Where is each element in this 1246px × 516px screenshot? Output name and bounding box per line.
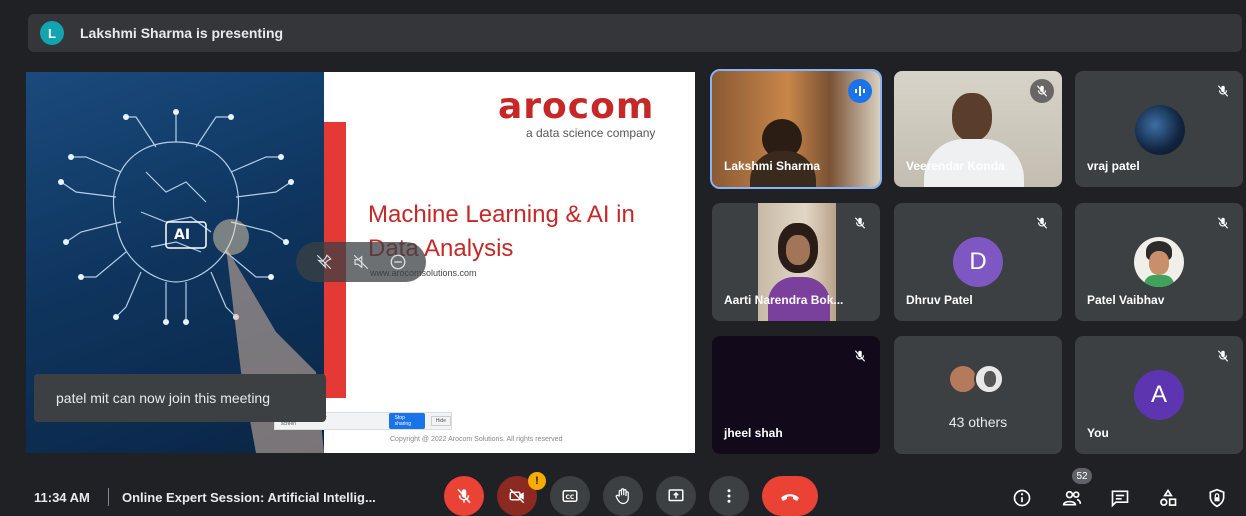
meeting-details-button[interactable] (1008, 486, 1036, 510)
people-button[interactable] (1058, 486, 1086, 510)
mic-off-icon (1211, 79, 1235, 103)
participant-tile-veerendar[interactable]: Veerendar Konda (894, 71, 1062, 187)
participant-tile-aarti[interactable]: Aarti Narendra Bok... (712, 203, 880, 321)
mic-off-icon (1211, 211, 1235, 235)
participant-tile-others[interactable]: 43 others (894, 336, 1062, 454)
participant-name: vraj patel (1087, 159, 1140, 173)
toolbar-divider (108, 488, 109, 506)
participant-tile-dhruv[interactable]: D Dhruv Patel (894, 203, 1062, 321)
chat-icon (1111, 490, 1129, 508)
pin-off-icon[interactable] (310, 248, 338, 276)
info-icon (1013, 489, 1031, 507)
tile-hover-controls (296, 242, 426, 282)
shield-lock-icon (1209, 488, 1225, 508)
more-vert-icon (727, 489, 731, 503)
hide-button[interactable]: Hide (430, 416, 451, 426)
presenter-avatar: L (40, 21, 64, 45)
mic-off-icon (457, 488, 471, 504)
present-screen-icon (668, 489, 684, 502)
captions-button[interactable]: CC (550, 476, 590, 516)
others-count-label: 43 others (948, 414, 1008, 430)
slide-logo: arocom (498, 86, 655, 127)
bottom-toolbar: 11:34 AM Online Expert Session: Artifici… (0, 470, 1246, 516)
participant-name: Lakshmi Sharma (724, 159, 821, 173)
slide-tagline: a data science company (526, 126, 656, 140)
participant-name: jheel shah (724, 426, 783, 440)
participant-name: Veerendar Konda (906, 159, 1005, 173)
closed-captions-icon: CC (562, 490, 578, 502)
present-button[interactable] (656, 476, 696, 516)
participant-avatar: A (1134, 370, 1184, 420)
presenting-text: Lakshmi Sharma is presenting (80, 25, 284, 41)
activities-button[interactable] (1154, 486, 1182, 510)
leave-call-button[interactable] (762, 476, 818, 516)
participant-name: Dhruv Patel (906, 293, 973, 307)
svg-text:CC: CC (566, 494, 575, 501)
activities-icon (1160, 488, 1177, 506)
remove-circle-icon[interactable] (384, 248, 412, 276)
participant-name: You (1087, 426, 1109, 440)
participant-name: Aarti Narendra Bok... (724, 293, 844, 307)
join-notification-toast: patel mit can now join this meeting (34, 374, 326, 422)
people-count-badge: 52 (1072, 468, 1092, 484)
brain-ai-label: AI (174, 227, 191, 243)
participant-tile-lakshmi[interactable]: Lakshmi Sharma (710, 69, 882, 189)
participant-tile-vaibhav[interactable]: Patel Vaibhav (1075, 203, 1243, 321)
participant-avatar: D (953, 237, 1003, 287)
participant-tile-vraj[interactable]: vraj patel (1075, 71, 1243, 187)
more-options-button[interactable] (709, 476, 749, 516)
hand-icon (615, 488, 629, 505)
participant-name: Patel Vaibhav (1087, 293, 1165, 307)
stop-sharing-button[interactable]: Stop sharing (388, 413, 425, 429)
microphone-toggle-button[interactable] (444, 476, 484, 516)
hangup-icon (781, 494, 799, 501)
mic-off-icon (1211, 344, 1235, 368)
camera-warning-badge: ! (528, 472, 546, 490)
presenting-banner: L Lakshmi Sharma is presenting (28, 14, 1242, 52)
mic-off-icon (1030, 79, 1054, 103)
people-icon (1062, 490, 1082, 506)
participant-tile-jheel[interactable]: jheel shah (712, 336, 880, 454)
mic-off-icon (1030, 211, 1054, 235)
chat-button[interactable] (1106, 486, 1134, 510)
person-face (786, 235, 810, 265)
mic-off-icon (848, 344, 872, 368)
profile-avatar (1134, 237, 1184, 287)
person-face (952, 93, 992, 141)
host-controls-button[interactable] (1203, 486, 1231, 510)
meeting-clock: 11:34 AM (34, 490, 90, 505)
camera-off-icon (509, 488, 525, 504)
mic-off-icon (848, 211, 872, 235)
mute-off-icon[interactable] (347, 248, 375, 276)
raise-hand-button[interactable] (603, 476, 643, 516)
profile-avatar (1135, 105, 1185, 155)
participant-tile-you[interactable]: A You (1075, 336, 1243, 454)
meeting-title: Online Expert Session: Artificial Intell… (122, 490, 376, 505)
others-avatar-2 (974, 364, 1004, 394)
slide-copyright: Copyright @ 2022 Arocom Solutions. All r… (390, 436, 563, 443)
speaking-indicator-icon (848, 79, 872, 103)
